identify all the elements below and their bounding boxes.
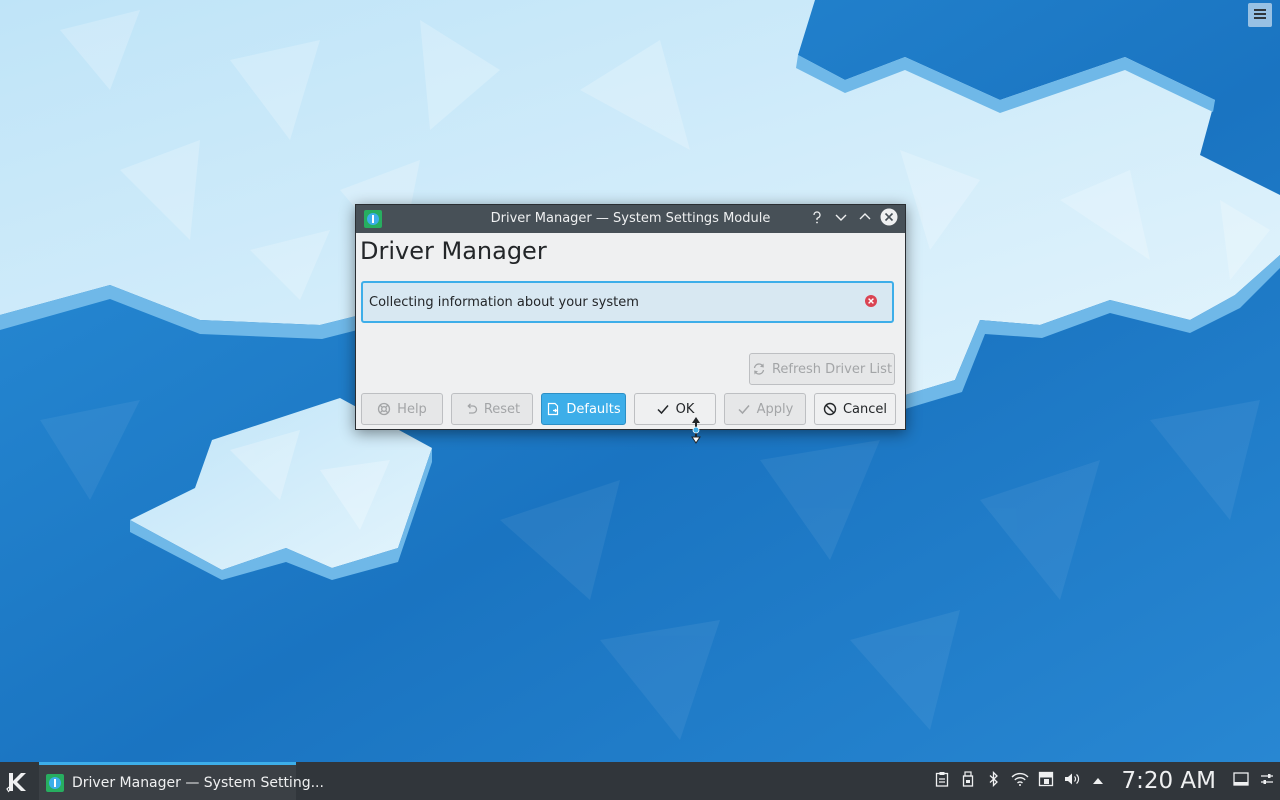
help-button[interactable]: Help	[361, 393, 443, 425]
triangle-up-icon	[1092, 774, 1104, 789]
chevron-up-icon	[858, 210, 872, 228]
ok-label: OK	[675, 401, 695, 417]
window-titlebar[interactable]: Driver Manager — System Settings Module	[356, 205, 905, 233]
close-icon	[864, 295, 878, 312]
close-icon	[880, 208, 898, 230]
desktop-toolbox-button[interactable]	[1248, 3, 1272, 27]
ok-button[interactable]: OK	[634, 393, 716, 425]
task-label: Driver Manager — System Setting...	[72, 774, 324, 791]
application-launcher-button[interactable]	[4, 768, 32, 796]
driver-manager-app-icon[interactable]	[364, 210, 382, 228]
defaults-label: Defaults	[566, 401, 621, 417]
show-hidden-icons-button[interactable]	[1085, 762, 1111, 800]
help-label: Help	[397, 401, 427, 417]
dismiss-message-button[interactable]	[864, 294, 880, 310]
clipboard-button[interactable]	[929, 762, 955, 800]
driver-manager-app-icon	[46, 773, 64, 792]
status-message: Collecting information about your system	[361, 281, 894, 323]
checkmark-icon	[656, 402, 670, 416]
checkmark-icon	[737, 402, 751, 416]
context-help-button[interactable]	[807, 209, 827, 229]
bluetooth-button[interactable]	[981, 762, 1007, 800]
cancel-button[interactable]: Cancel	[814, 393, 896, 425]
apply-label: Apply	[756, 401, 794, 417]
question-icon	[810, 210, 824, 228]
lifebuoy-icon	[377, 402, 391, 416]
refresh-driver-list-label: Refresh Driver List	[771, 361, 893, 377]
digital-clock[interactable]: 7:20 AM	[1121, 768, 1216, 794]
kde-logo-icon	[4, 773, 32, 800]
panel-settings-icon	[1260, 772, 1274, 790]
refresh-icon	[752, 362, 766, 376]
apply-button[interactable]: Apply	[724, 393, 806, 425]
resize-cursor-icon	[690, 416, 702, 444]
hamburger-icon	[1254, 8, 1266, 23]
removable-devices-button[interactable]	[955, 762, 981, 800]
minimize-button[interactable]	[831, 209, 851, 229]
show-desktop-icon	[1233, 772, 1249, 790]
system-tray: 7:20 AM	[929, 762, 1280, 800]
bluetooth-icon	[989, 770, 999, 791]
clipboard-icon	[935, 771, 949, 791]
chevron-down-icon	[834, 210, 848, 228]
taskbar: Driver Manager — System Setting... 7:20 …	[0, 762, 1280, 800]
task-driver-manager[interactable]: Driver Manager — System Setting...	[39, 762, 324, 800]
cancel-label: Cancel	[842, 401, 888, 417]
reset-label: Reset	[483, 401, 521, 417]
maximize-button[interactable]	[855, 209, 875, 229]
wifi-icon	[1011, 772, 1029, 790]
defaults-button[interactable]: Defaults	[541, 393, 626, 425]
close-window-button[interactable]	[879, 208, 899, 230]
document-revert-icon	[546, 402, 560, 416]
status-message-text: Collecting information about your system	[369, 295, 639, 310]
undo-icon	[464, 402, 478, 416]
reset-button[interactable]: Reset	[451, 393, 533, 425]
speaker-icon	[1064, 772, 1080, 790]
volume-button[interactable]	[1059, 762, 1085, 800]
cancel-icon	[823, 402, 837, 416]
page-title: Driver Manager	[360, 237, 547, 265]
updates-button[interactable]	[1033, 762, 1059, 800]
package-icon	[1038, 771, 1054, 791]
network-button[interactable]	[1007, 762, 1033, 800]
panel-settings-button[interactable]	[1254, 762, 1280, 800]
driver-manager-window: Driver Manager — System Settings Module	[355, 204, 906, 430]
refresh-driver-list-button[interactable]: Refresh Driver List	[749, 353, 895, 385]
show-desktop-button[interactable]	[1228, 762, 1254, 800]
usb-drive-icon	[962, 771, 974, 791]
